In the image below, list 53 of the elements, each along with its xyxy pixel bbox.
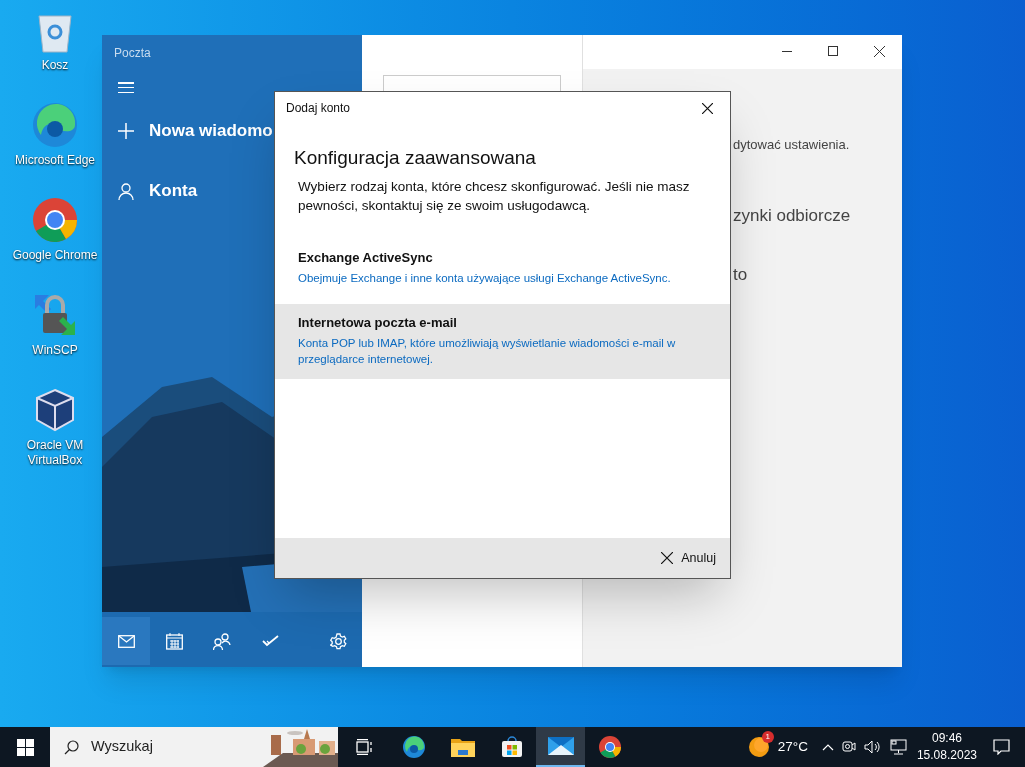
- task-view-icon: [355, 739, 374, 755]
- calendar-icon: [165, 632, 183, 650]
- option-title: Internetowa poczta e-mail: [298, 313, 458, 332]
- dialog-heading: Konfiguracja zaawansowana: [293, 146, 537, 170]
- clock-time[interactable]: 09:46: [931, 730, 962, 747]
- plus-icon: [118, 123, 134, 139]
- search-placeholder: Wyszukaj: [91, 737, 153, 757]
- option-title: Exchange ActiveSync: [298, 248, 434, 267]
- settings-text: to: [733, 264, 749, 286]
- person-icon: [118, 182, 134, 200]
- account-option[interactable]: Internetowa poczta e-mail Konta POP lub IMAP, które umożliwiają wyświetlanie wiadomości e-mail w przeglądarce internetowej.: [275, 303, 730, 379]
- bottom-tab[interactable]: [102, 617, 150, 665]
- settings-text: zynki odbiorcze: [733, 204, 852, 227]
- taskbar-search-field[interactable]: Wyszukaj: [50, 727, 338, 767]
- menu-icon[interactable]: [118, 82, 134, 93]
- close-icon: [661, 552, 674, 564]
- account-option[interactable]: Exchange ActiveSync Obejmuje Exchange i inne konta używające usługi Exchange ActiveSync.: [275, 238, 730, 304]
- weather-sun-icon: [747, 736, 770, 758]
- speaker-icon[interactable]: [863, 740, 882, 754]
- window-title: Poczta: [113, 45, 152, 62]
- dialog-title: Dodaj konto: [286, 100, 351, 117]
- folder-icon: [450, 737, 475, 757]
- shopping-bag-icon: [500, 736, 523, 758]
- people-icon: [213, 632, 231, 650]
- camera-icon[interactable]: [841, 739, 856, 755]
- checkmark-icon: [261, 635, 279, 647]
- dialog-description: Wybierz rodzaj konta, które chcesz skonfigurować. Jeśli nie masz pewności, skontaktuj się ze swoim usługodawcą.: [297, 177, 691, 215]
- desktop-icon-label[interactable]: WinSCP: [32, 343, 78, 358]
- notification-badge: 1: [761, 731, 774, 743]
- desktop-icon-label[interactable]: Kosz: [41, 58, 69, 73]
- network-icon[interactable]: [889, 739, 907, 755]
- chevron-up-icon[interactable]: [821, 743, 834, 751]
- desktop-icon-label[interactable]: Microsoft Edge: [14, 153, 95, 168]
- desktop-icon-label[interactable]: Google Chrome: [12, 248, 98, 263]
- envelope-icon: [547, 737, 574, 755]
- cancel-button[interactable]: Anuluj: [659, 548, 718, 568]
- desktop-icon-label[interactable]: Oracle VM VirtualBox: [10, 438, 100, 468]
- edge-icon: [31, 101, 79, 149]
- nav-item[interactable]: Konta: [149, 178, 198, 204]
- edge-icon: [401, 735, 426, 759]
- option-description: Obejmuje Exchange i inne konta używające usługi Exchange ActiveSync.: [298, 271, 672, 286]
- chrome-icon: [31, 196, 79, 244]
- settings-icon: [329, 632, 347, 650]
- chrome-icon: [597, 735, 622, 759]
- option-description: Konta POP lub IMAP, które umożliwiają wyświetlanie wiadomości e-mail w przeglądarce internetowej.: [298, 336, 677, 367]
- clock-date[interactable]: 15.08.2023: [916, 747, 977, 764]
- taskbar-app[interactable]: [536, 727, 585, 767]
- mail-icon: [117, 634, 135, 648]
- nav-item[interactable]: Nowa wiadomo: [149, 118, 273, 144]
- search-icon: [64, 739, 79, 755]
- settings-text: dytować ustawienia.: [733, 136, 851, 154]
- windows-icon: [16, 738, 34, 756]
- temperature: 27°C: [777, 737, 808, 756]
